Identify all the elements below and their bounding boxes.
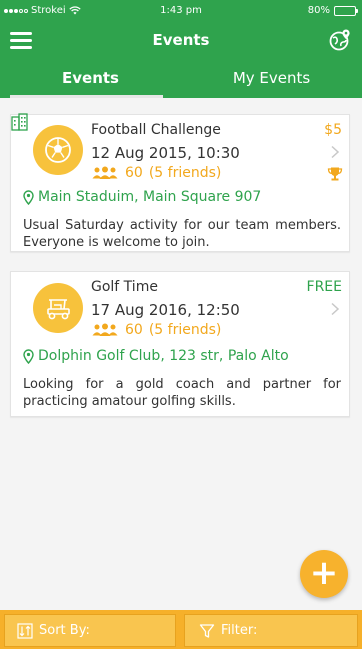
globe-pin-icon[interactable] xyxy=(328,28,352,52)
event-card-football[interactable]: Football Challenge 12 Aug 2015, 10:30 60… xyxy=(10,113,350,252)
attendees-info: 60 (5 friends) xyxy=(91,165,221,181)
trophy-icon xyxy=(327,167,343,181)
filter-label: Filter: xyxy=(221,623,258,638)
plus-icon: + xyxy=(309,552,339,593)
filter-button[interactable]: Filter: xyxy=(184,614,358,647)
event-price: $5 xyxy=(324,122,342,138)
event-location[interactable]: Main Staduim, Main Square 907 xyxy=(23,189,261,205)
chevron-right-icon[interactable] xyxy=(330,145,340,159)
status-bar: Strokei 1:43 pm 80% xyxy=(0,0,362,22)
people-icon xyxy=(92,166,118,179)
tab-my-events[interactable]: My Events xyxy=(181,60,362,98)
location-text: Dolphin Golf Club, 123 str, Palo Alto xyxy=(38,348,289,364)
battery-icon xyxy=(334,5,358,16)
friends-count: (5 friends) xyxy=(148,322,222,338)
battery-percentage: 80% xyxy=(307,5,330,16)
location-pin-icon xyxy=(23,189,34,205)
hamburger-menu-icon[interactable] xyxy=(10,32,32,50)
event-title: Golf Time xyxy=(91,279,158,295)
status-right: 80% xyxy=(307,5,358,16)
attendee-count: 60 xyxy=(125,322,143,338)
filter-icon xyxy=(199,623,215,638)
event-location[interactable]: Dolphin Golf Club, 123 str, Palo Alto xyxy=(23,348,289,364)
tab-bar: Events My Events xyxy=(0,60,362,98)
event-title: Football Challenge xyxy=(91,122,221,138)
location-text: Main Staduim, Main Square 907 xyxy=(38,189,262,205)
people-icon xyxy=(92,323,118,336)
location-pin-icon xyxy=(23,348,34,364)
attendee-count: 60 xyxy=(125,165,143,181)
add-event-button[interactable]: + xyxy=(300,550,348,598)
friends-count: (5 friends) xyxy=(148,165,222,181)
event-description: Looking for a gold coach and partner for… xyxy=(23,377,341,409)
bottom-bar: Sort By: Filter: xyxy=(0,610,362,649)
sort-icon xyxy=(17,622,33,639)
app-header: Strokei 1:43 pm 80% Events Events My Eve… xyxy=(0,0,362,98)
event-price: FREE xyxy=(306,279,342,295)
event-card-golf[interactable]: Golf Time 17 Aug 2016, 12:50 60 (5 frien… xyxy=(10,271,350,417)
sort-label: Sort By: xyxy=(39,623,90,638)
page-title: Events xyxy=(152,31,210,49)
nav-bar: Events xyxy=(0,22,362,60)
event-date: 17 Aug 2016, 12:50 xyxy=(91,301,240,319)
event-date: 12 Aug 2015, 10:30 xyxy=(91,144,240,162)
golf-cart-icon xyxy=(33,283,83,333)
tab-events[interactable]: Events xyxy=(0,60,181,98)
soccer-ball-icon xyxy=(33,125,83,175)
building-icon xyxy=(11,113,28,131)
event-description: Usual Saturday activity for our team mem… xyxy=(23,218,341,250)
sort-button[interactable]: Sort By: xyxy=(4,614,176,647)
attendees-info: 60 (5 friends) xyxy=(91,322,221,338)
chevron-right-icon[interactable] xyxy=(330,302,340,316)
